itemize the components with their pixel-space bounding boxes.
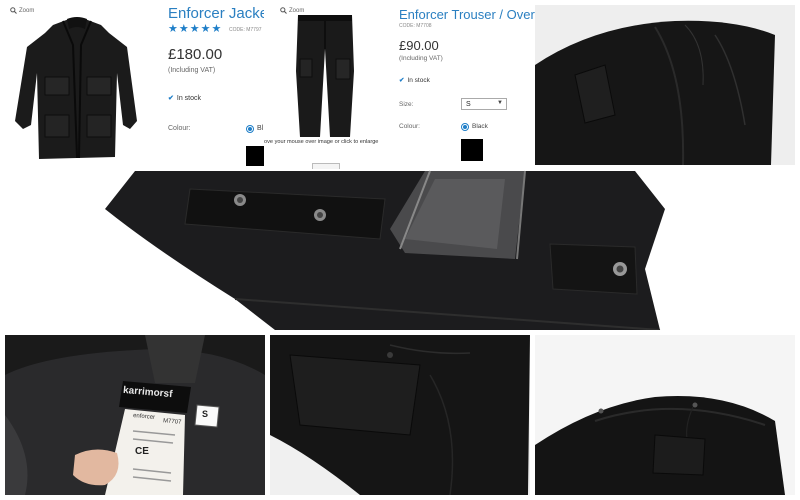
product-price: £180.00 bbox=[168, 46, 223, 63]
trouser-product-image[interactable] bbox=[290, 11, 360, 139]
jacket-product-image[interactable] bbox=[9, 17, 141, 165]
vat-note: (Including VAT) bbox=[168, 67, 216, 74]
product-code: CODE: M7797 bbox=[229, 27, 262, 33]
stock-status: ✔ In stock bbox=[399, 76, 430, 85]
colour-label: Colour: bbox=[168, 125, 191, 132]
vat-note: (Including VAT) bbox=[399, 55, 443, 62]
chevron-down-icon: ▼ bbox=[497, 100, 503, 106]
size-tag: S bbox=[202, 409, 209, 419]
product-price: £90.00 bbox=[399, 38, 439, 53]
rating-stars: ★ ★ ★ ★ ★ bbox=[168, 24, 221, 35]
ce-mark: CE bbox=[135, 446, 149, 457]
size-label: Size: bbox=[399, 101, 414, 108]
zoom-button[interactable]: Zoom bbox=[10, 7, 34, 14]
pocket-image bbox=[270, 335, 530, 495]
colour-swatch[interactable] bbox=[461, 139, 483, 161]
hover-hint: ove your mouse over image or click to en… bbox=[264, 139, 379, 145]
check-icon: ✔ bbox=[168, 95, 174, 102]
pocket-photo bbox=[270, 335, 530, 495]
trouser-waist-image bbox=[535, 5, 795, 165]
colour-value: Black bbox=[472, 123, 488, 130]
star-icon: ★ bbox=[200, 23, 211, 35]
product-title[interactable]: Enforcer Trouser / Overtro bbox=[399, 7, 535, 22]
waistband-photo bbox=[535, 335, 795, 495]
stock-status: ✔ In stock bbox=[168, 94, 201, 103]
waistband-image bbox=[535, 335, 795, 495]
product-title[interactable]: Enforcer Jacket bbox=[168, 5, 270, 22]
jacket-velcro-image bbox=[5, 169, 795, 330]
colour-value: Bl bbox=[257, 125, 264, 132]
magnifier-icon bbox=[10, 7, 17, 14]
zoom-label: Zoom bbox=[19, 7, 35, 14]
jacket-velcro-photo bbox=[5, 169, 795, 330]
trouser-waist-photo bbox=[535, 5, 795, 165]
stock-label: In stock bbox=[407, 76, 430, 84]
colour-label: Colour: bbox=[399, 123, 420, 130]
stock-label: In stock bbox=[176, 94, 201, 102]
star-icon: ★ bbox=[168, 23, 178, 35]
star-icon: ★ bbox=[178, 23, 189, 35]
trouser-product-panel: Zoom ove your mouse over image or click … bbox=[264, 5, 535, 169]
star-icon: ★ bbox=[189, 23, 200, 35]
brand-suffix: sf bbox=[163, 388, 173, 401]
check-icon: ✔ bbox=[399, 77, 405, 84]
colour-radio[interactable] bbox=[461, 123, 469, 131]
product-code: CODE: M7708 bbox=[399, 23, 432, 29]
label-photo: karrimorsf S enforcer M7707 CE bbox=[5, 335, 265, 495]
colour-swatch[interactable] bbox=[246, 146, 266, 166]
colour-radio[interactable] bbox=[246, 125, 254, 133]
size-value: S bbox=[466, 100, 471, 108]
star-icon: ★ bbox=[211, 23, 222, 35]
jacket-product-panel: Zoom Enforcer Jacket ★ ★ ★ ★ ★ CODE: M7797 £… bbox=[5, 5, 270, 169]
size-select[interactable]: S ▼ bbox=[461, 98, 507, 110]
magnifier-icon bbox=[280, 7, 287, 14]
